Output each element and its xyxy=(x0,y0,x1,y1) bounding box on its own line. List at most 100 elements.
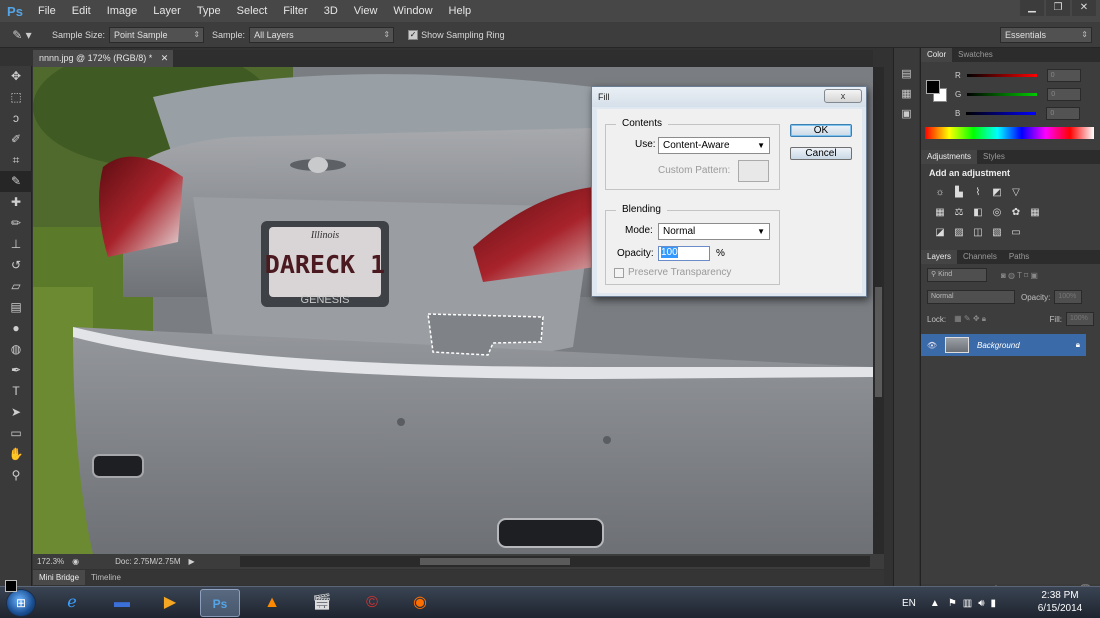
photo-filter-icon[interactable]: ◎ xyxy=(990,207,1004,218)
selective-color-icon[interactable]: ▧ xyxy=(990,227,1004,238)
status-menu-arrow-icon[interactable]: ▶ xyxy=(189,557,195,566)
red-slider[interactable]: R 0 xyxy=(921,66,1100,85)
menu-help[interactable]: Help xyxy=(441,0,480,22)
sample-select[interactable]: All Layers xyxy=(249,26,395,43)
crop-tool-icon[interactable]: ⌗ xyxy=(0,150,32,171)
channel-mixer-icon[interactable]: ✿ xyxy=(1009,207,1023,218)
menu-view[interactable]: View xyxy=(346,0,386,22)
layer-name[interactable]: Background xyxy=(977,341,1020,350)
blue-slider[interactable]: B 0 xyxy=(921,104,1100,123)
menu-file[interactable]: File xyxy=(30,0,64,22)
tab-timeline[interactable]: Timeline xyxy=(85,570,127,585)
black-white-icon[interactable]: ◧ xyxy=(971,207,985,218)
lock-icons[interactable]: ▦ ✎ ✥ 🔒︎ xyxy=(954,314,986,324)
hand-tool-icon[interactable]: ✋ xyxy=(0,444,32,465)
healing-brush-tool-icon[interactable]: ✚ xyxy=(0,192,32,213)
zoom-tool-icon[interactable]: ⚲ xyxy=(0,465,32,486)
blue-value[interactable]: 0 xyxy=(1046,107,1081,120)
ok-button[interactable]: OK xyxy=(790,124,852,137)
exposure-icon[interactable]: ◩ xyxy=(990,187,1004,198)
visibility-eye-icon[interactable]: 👁︎ xyxy=(921,341,943,350)
levels-icon[interactable]: ▙ xyxy=(952,187,966,198)
photoshop-taskbar-icon[interactable]: Ps xyxy=(200,589,240,617)
blend-mode-select[interactable]: Normal xyxy=(927,290,1015,304)
eraser-tool-icon[interactable]: ▱ xyxy=(0,276,32,297)
media-player-icon[interactable]: ▶ xyxy=(150,589,190,617)
show-sampling-ring-checkbox[interactable]: ✓ xyxy=(408,29,419,40)
type-tool-icon[interactable]: T xyxy=(0,381,32,402)
volume-icon[interactable]: 🔊︎ xyxy=(978,598,984,609)
color-spectrum-ramp[interactable] xyxy=(925,127,1094,139)
opacity-input[interactable]: 100 xyxy=(658,246,710,261)
color-lookup-icon[interactable]: ▦ xyxy=(1028,207,1042,218)
menu-edit[interactable]: Edit xyxy=(64,0,99,22)
horizontal-scroll-thumb[interactable] xyxy=(420,558,570,565)
use-select[interactable]: Content-Aware ▼ xyxy=(658,137,770,154)
red-track[interactable] xyxy=(966,74,1037,77)
posterize-icon[interactable]: ▨ xyxy=(952,227,966,238)
layer-filter-select[interactable]: ⚲ Kind xyxy=(927,268,987,282)
vlc-icon[interactable]: ▲ xyxy=(252,589,292,617)
menu-3d[interactable]: 3D xyxy=(316,0,346,22)
clock[interactable]: 2:38 PM 6/15/2014 xyxy=(1030,589,1090,615)
menu-image[interactable]: Image xyxy=(99,0,146,22)
blur-tool-icon[interactable]: ● xyxy=(0,318,32,339)
menu-type[interactable]: Type xyxy=(189,0,229,22)
tab-swatches[interactable]: Swatches xyxy=(952,48,999,62)
marquee-tool-icon[interactable]: ⬚ xyxy=(0,87,32,108)
movie-maker-icon[interactable]: 🎬︎ xyxy=(302,589,342,617)
curves-icon[interactable]: ⌇ xyxy=(971,187,985,198)
vertical-scrollbar[interactable] xyxy=(873,67,884,554)
start-button-icon[interactable]: ⊞ xyxy=(6,589,36,617)
sample-size-select[interactable]: Point Sample xyxy=(109,26,205,43)
vibrance-icon[interactable]: ▽ xyxy=(1009,187,1023,198)
history-brush-tool-icon[interactable]: ↺ xyxy=(0,255,32,276)
mode-select[interactable]: Normal ▼ xyxy=(658,223,770,240)
tab-adjustments[interactable]: Adjustments xyxy=(921,150,978,164)
horizontal-scrollbar[interactable] xyxy=(240,556,870,567)
properties-panel-icon[interactable]: ▦ xyxy=(894,84,919,104)
zoom-level[interactable]: 172.3% xyxy=(37,557,64,566)
dodge-tool-icon[interactable]: ◍ xyxy=(0,339,32,360)
red-value[interactable]: 0 xyxy=(1046,69,1081,82)
vertical-scroll-thumb[interactable] xyxy=(875,287,882,397)
language-indicator[interactable]: EN xyxy=(902,598,916,609)
layer-row-background[interactable]: 👁︎ Background 🔒︎ xyxy=(921,334,1086,356)
move-tool-icon[interactable]: ✥ xyxy=(0,66,32,87)
color-foreground-swatch[interactable] xyxy=(926,80,940,94)
invert-icon[interactable]: ◪ xyxy=(933,227,947,238)
gradient-map-icon[interactable]: ▭ xyxy=(1009,227,1023,238)
ccleaner-icon[interactable]: © xyxy=(352,589,392,617)
clone-stamp-tool-icon[interactable]: ⊥ xyxy=(0,234,32,255)
layer-opacity-input[interactable]: 100% xyxy=(1054,290,1083,304)
green-track[interactable] xyxy=(967,93,1038,96)
cancel-button[interactable]: Cancel xyxy=(790,147,852,160)
tab-paths[interactable]: Paths xyxy=(1003,250,1035,264)
minimize-icon[interactable]: ▁ xyxy=(1020,0,1044,16)
close-button[interactable]: x xyxy=(824,89,862,103)
color-balance-icon[interactable]: ⚖ xyxy=(952,207,966,218)
layer-fill-input[interactable]: 100% xyxy=(1066,312,1094,326)
workspace-select[interactable]: Essentials xyxy=(1000,27,1092,43)
power-icon[interactable]: ▮ xyxy=(991,598,997,609)
file-explorer-icon[interactable]: ▬ xyxy=(102,589,142,617)
document-tab[interactable]: nnnn.jpg @ 172% (RGB/8) * ✕ xyxy=(33,50,173,67)
firefox-icon[interactable]: ◉ xyxy=(400,589,440,617)
gradient-tool-icon[interactable]: ▤ xyxy=(0,297,32,318)
blue-track[interactable] xyxy=(966,112,1037,115)
menu-filter[interactable]: Filter xyxy=(275,0,315,22)
show-hidden-icons-icon[interactable]: ▲ xyxy=(930,598,940,609)
filter-type-icons[interactable]: ◙ ◍ T ⌑ ▣ xyxy=(1001,271,1038,280)
brush-tool-icon[interactable]: ✏ xyxy=(0,213,32,234)
path-selection-tool-icon[interactable]: ➤ xyxy=(0,402,32,423)
threshold-icon[interactable]: ◫ xyxy=(971,227,985,238)
tab-mini-bridge[interactable]: Mini Bridge xyxy=(33,570,86,585)
brightness-contrast-icon[interactable]: ☼ xyxy=(933,187,947,198)
tab-layers[interactable]: Layers xyxy=(921,250,958,264)
eyedropper-tool-icon[interactable]: ✎ xyxy=(0,171,32,192)
lasso-tool-icon[interactable]: ↄ xyxy=(0,108,32,129)
menu-window[interactable]: Window xyxy=(385,0,440,22)
pen-tool-icon[interactable]: ✒ xyxy=(0,360,32,381)
restore-icon[interactable]: ❐ xyxy=(1046,0,1070,16)
internet-explorer-icon[interactable]: ℯ xyxy=(52,589,92,617)
